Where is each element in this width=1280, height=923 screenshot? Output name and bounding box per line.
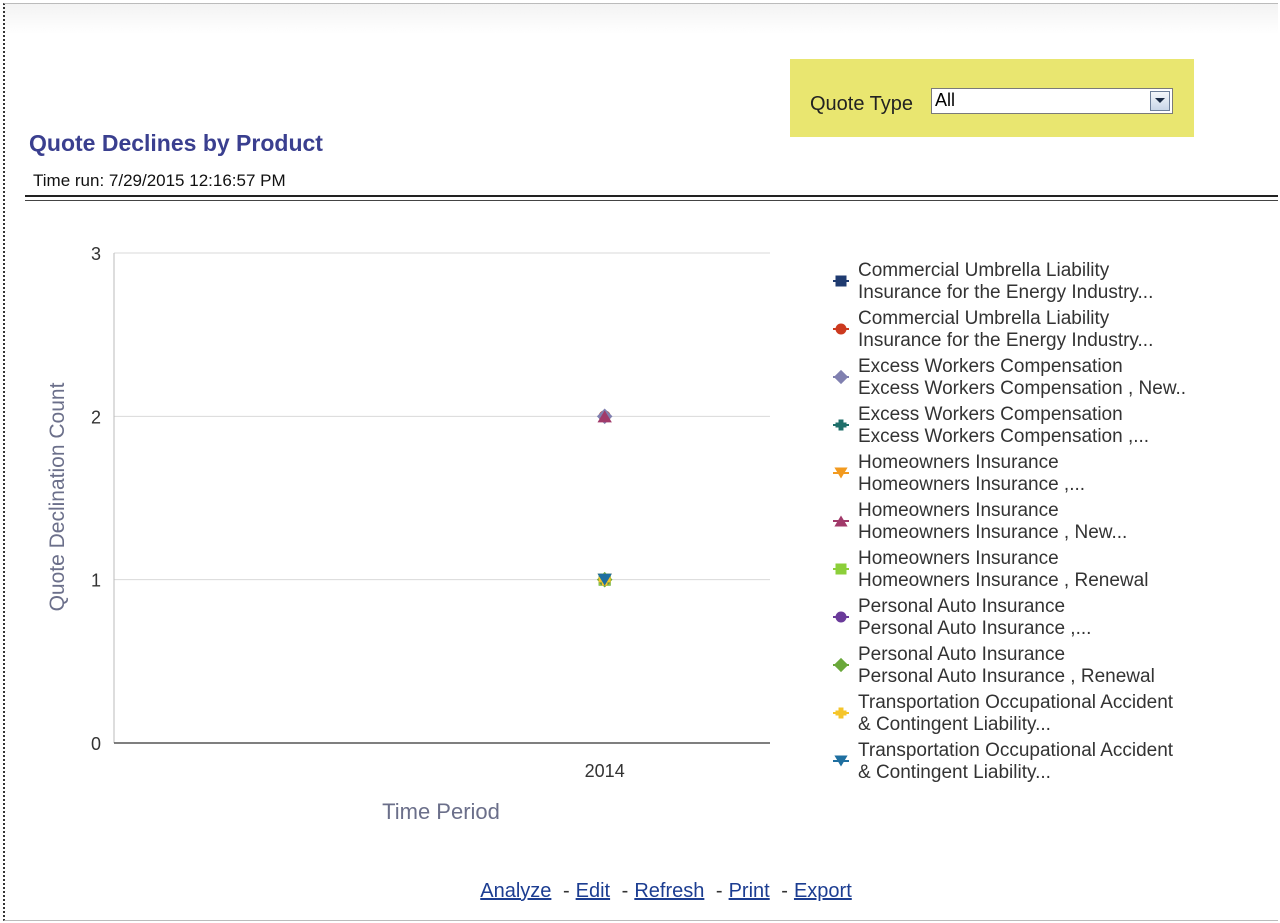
legend-label: Commercial Umbrella Liability Insurance … bbox=[858, 260, 1154, 303]
legend-item: Homeowners Insurance Homeowners Insuranc… bbox=[829, 548, 1249, 596]
y-tick-label: 1 bbox=[91, 571, 101, 591]
quote-type-dropdown[interactable]: All bbox=[931, 88, 1173, 114]
legend-marker bbox=[833, 275, 849, 287]
legend-item: Excess Workers Compensation Excess Worke… bbox=[829, 404, 1249, 452]
legend-item: Commercial Umbrella Liability Insurance … bbox=[829, 308, 1249, 356]
link-separator: - bbox=[781, 880, 788, 902]
chart: 0 1 2 3 2014 Time Period Quote Declination C… bbox=[46, 244, 770, 824]
legend-marker bbox=[833, 611, 849, 623]
legend-marker bbox=[833, 369, 849, 385]
x-axis-label: Time Period bbox=[382, 799, 500, 824]
refresh-link[interactable]: Refresh bbox=[634, 880, 704, 902]
link-separator: - bbox=[621, 880, 629, 902]
time-run: Time run: 7/29/2015 12:16:57 PM bbox=[33, 171, 286, 190]
legend-label: Commercial Umbrella Liability Insurance … bbox=[858, 308, 1154, 351]
legend-marker bbox=[833, 515, 849, 527]
y-tick-label: 0 bbox=[91, 734, 101, 754]
legend-marker bbox=[833, 755, 849, 767]
report-title: Quote Declines by Product bbox=[29, 130, 323, 156]
legend-label: Homeowners Insurance Homeowners Insuranc… bbox=[858, 452, 1086, 495]
legend-item: Excess Workers Compensation Excess Worke… bbox=[829, 356, 1249, 404]
quote-type-label: Quote Type bbox=[810, 93, 914, 115]
x-tick-label: 2014 bbox=[585, 761, 625, 781]
prompt-panel: Quote Type All bbox=[790, 59, 1194, 137]
legend-label: Personal Auto Insurance Personal Auto In… bbox=[858, 596, 1092, 639]
link-separator: - bbox=[715, 880, 723, 902]
export-link[interactable]: Export bbox=[794, 880, 852, 902]
legend-label: Excess Workers Compensation Excess Worke… bbox=[858, 356, 1187, 399]
legend-label: Transportation Occupational Accident & C… bbox=[858, 692, 1174, 735]
legend-item: Personal Auto Insurance Personal Auto In… bbox=[829, 596, 1249, 644]
divider bbox=[25, 195, 1278, 197]
legend-marker bbox=[833, 419, 849, 431]
legend-item: Transportation Occupational Accident & C… bbox=[829, 740, 1249, 788]
legend-marker bbox=[833, 657, 849, 673]
legend-item: Homeowners Insurance Homeowners Insuranc… bbox=[829, 500, 1249, 548]
legend-marker bbox=[833, 563, 849, 575]
legend-marker bbox=[833, 707, 849, 719]
legend-item: Commercial Umbrella Liability Insurance … bbox=[829, 260, 1249, 308]
legend-label: Transportation Occupational Accident & C… bbox=[858, 740, 1174, 783]
y-tick-label: 3 bbox=[91, 244, 101, 264]
legend-label: Homeowners Insurance Homeowners Insuranc… bbox=[858, 548, 1149, 591]
legend-marker bbox=[833, 323, 849, 335]
print-link[interactable]: Print bbox=[729, 880, 770, 902]
legend-item: Homeowners Insurance Homeowners Insuranc… bbox=[829, 452, 1249, 500]
report-links: Analyze - Edit - Refresh - Print - Export bbox=[0, 880, 1280, 903]
quote-type-value: All bbox=[935, 90, 956, 110]
legend-marker bbox=[833, 467, 849, 479]
y-axis-label: Quote Declination Count bbox=[46, 382, 69, 611]
edit-link[interactable]: Edit bbox=[576, 880, 610, 902]
analyze-link[interactable]: Analyze bbox=[480, 880, 551, 902]
legend-label: Excess Workers Compensation Excess Worke… bbox=[858, 404, 1150, 447]
legend-label: Personal Auto Insurance Personal Auto In… bbox=[858, 644, 1155, 687]
chart-legend: Commercial Umbrella Liability Insurance … bbox=[829, 260, 1249, 788]
y-tick-label: 2 bbox=[91, 407, 101, 427]
link-separator: - bbox=[562, 880, 570, 902]
chevron-down-icon[interactable] bbox=[1150, 91, 1170, 111]
legend-item: Transportation Occupational Accident & C… bbox=[829, 692, 1249, 740]
legend-label: Homeowners Insurance Homeowners Insuranc… bbox=[858, 500, 1128, 543]
divider bbox=[25, 200, 1278, 201]
legend-item: Personal Auto Insurance Personal Auto In… bbox=[829, 644, 1249, 692]
